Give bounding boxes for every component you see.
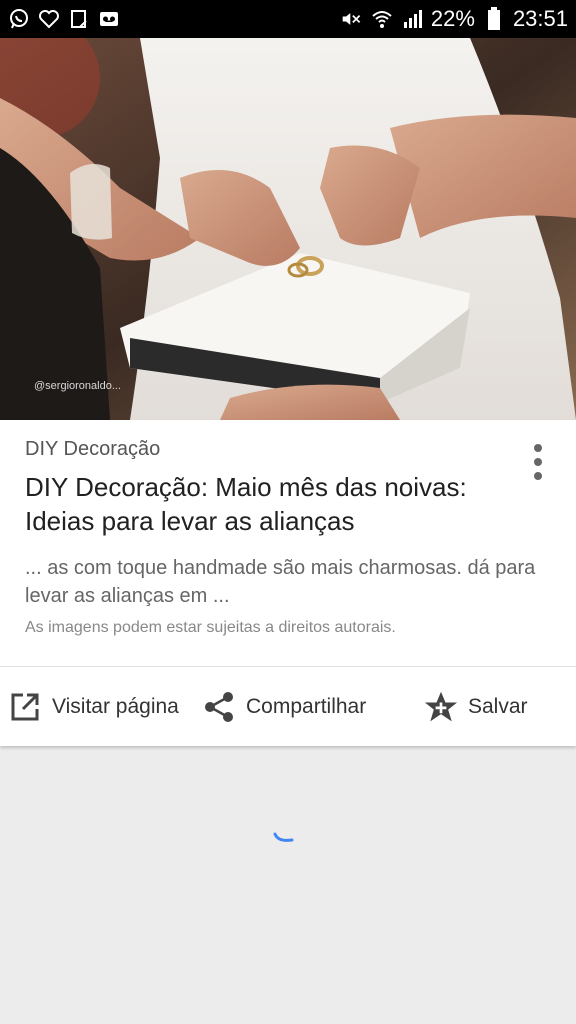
clock: 23:51 bbox=[512, 6, 568, 31]
share-button[interactable]: Compartilhar bbox=[202, 667, 366, 746]
save-label: Salvar bbox=[468, 694, 528, 718]
result-snippet: ... as com toque handmade são mais charm… bbox=[25, 557, 536, 607]
share-icon bbox=[202, 690, 236, 724]
more-options-icon[interactable] bbox=[528, 444, 548, 480]
result-image[interactable]: @sergioronaldo... bbox=[0, 38, 576, 420]
more-dot bbox=[534, 472, 542, 480]
copyright-notice: As imagens podem estar sujeitas a direit… bbox=[25, 619, 396, 636]
status-left bbox=[8, 8, 120, 30]
wifi-icon bbox=[371, 8, 393, 30]
source-name: DIY Decoração bbox=[25, 438, 161, 460]
loading-spinner-icon bbox=[273, 832, 294, 842]
open-external-icon bbox=[8, 690, 42, 724]
status-right: 22% 23:51 bbox=[341, 6, 568, 32]
more-dot bbox=[534, 444, 542, 452]
clipboard-icon bbox=[68, 8, 90, 30]
whatsapp-icon bbox=[8, 8, 30, 30]
result-title[interactable]: DIY Decoração: Maio mês das noivas: Idei… bbox=[25, 470, 525, 538]
share-label: Compartilhar bbox=[246, 694, 367, 718]
voicemail-icon bbox=[98, 8, 120, 30]
wedding-rings-book-image bbox=[0, 38, 576, 420]
action-bar: Visitar página Compartilhar Salvar bbox=[0, 667, 576, 746]
image-watermark: @sergioronaldo... bbox=[34, 380, 121, 392]
status-bar: 22% 23:51 bbox=[0, 0, 576, 38]
more-dot bbox=[534, 458, 542, 466]
visit-page-label: Visitar página bbox=[52, 694, 179, 718]
visit-page-button[interactable]: Visitar página bbox=[8, 667, 179, 746]
star-add-icon bbox=[424, 690, 458, 724]
result-card: DIY Decoração DIY Decoração: Maio mês da… bbox=[0, 420, 576, 746]
save-button[interactable]: Salvar bbox=[424, 667, 528, 746]
battery-icon bbox=[483, 7, 505, 30]
heart-icon bbox=[38, 8, 60, 30]
signal-icon bbox=[401, 8, 423, 30]
battery-percent: 22% bbox=[430, 6, 475, 31]
mute-icon bbox=[341, 8, 363, 30]
